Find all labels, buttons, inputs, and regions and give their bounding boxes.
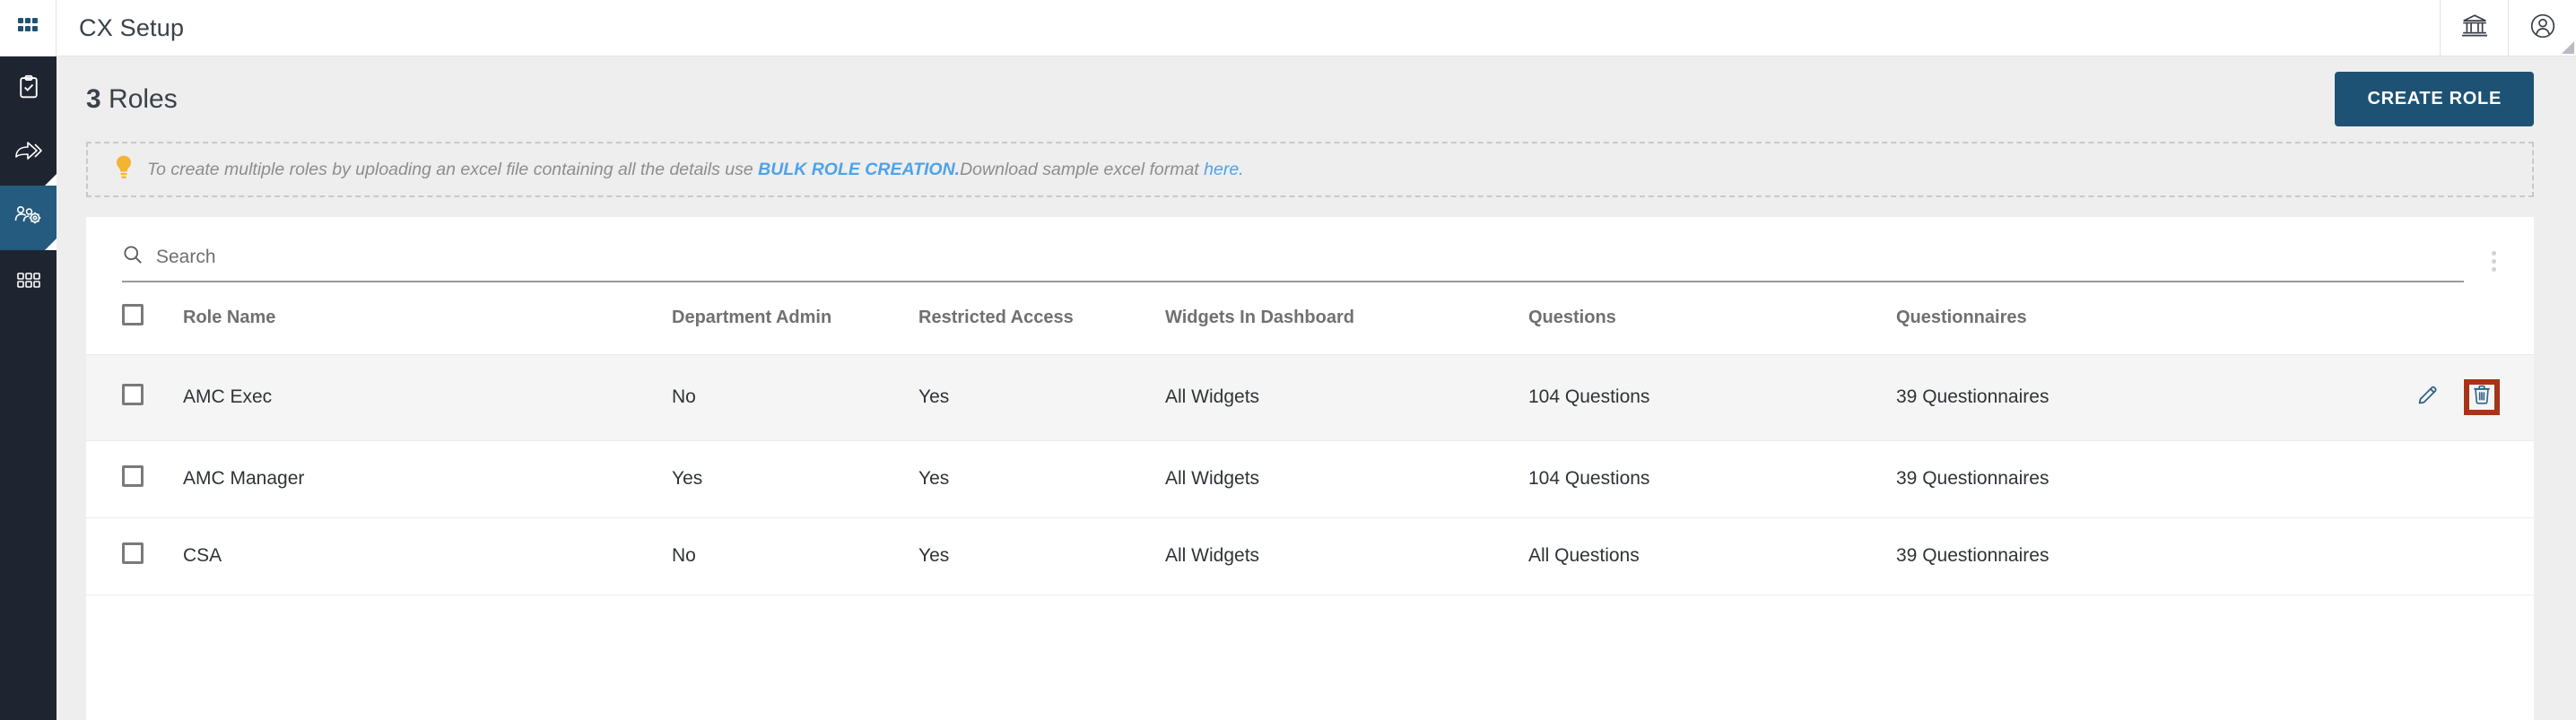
user-gear-icon <box>13 203 44 234</box>
primary-sidebar <box>0 0 57 720</box>
lightbulb-icon <box>113 154 135 186</box>
table-body: AMC Exec No Yes All Widgets 104 Question… <box>86 354 2534 595</box>
bank-icon <box>2460 12 2489 45</box>
row-select-cell <box>86 354 183 441</box>
column-header-role-name[interactable]: Role Name <box>183 282 672 355</box>
column-header-questions[interactable]: Questions <box>1528 282 1896 355</box>
column-header-restricted-access[interactable]: Restricted Access <box>918 282 1165 355</box>
cell-restricted-access: Yes <box>918 440 1165 518</box>
organization-button[interactable] <box>2440 0 2508 56</box>
cell-restricted-access: Yes <box>918 354 1165 441</box>
select-all-checkbox[interactable] <box>122 304 144 325</box>
cell-department-admin: No <box>672 354 918 441</box>
apps-grid-icon <box>16 14 39 42</box>
edit-role-button[interactable] <box>2410 379 2446 415</box>
cell-role-name: CSA <box>183 517 672 595</box>
sidebar-item-modules[interactable] <box>0 250 57 315</box>
kebab-menu-icon[interactable] <box>2473 240 2514 282</box>
trash-delete-icon <box>2471 384 2493 411</box>
column-header-department-admin[interactable]: Department Admin <box>672 282 918 355</box>
page-title: 3 Roles <box>86 84 178 115</box>
share-arrow-icon <box>13 138 44 169</box>
column-header-questionnaires[interactable]: Questionnaires <box>1896 282 2282 355</box>
sidebar-item-cx-setup[interactable] <box>0 186 57 250</box>
table-header-row: Role Name Department Admin Restricted Ac… <box>86 282 2534 355</box>
table-row[interactable]: CSA No Yes All Widgets All Questions 39 … <box>86 517 2534 595</box>
download-sample-here-link[interactable]: here. <box>1204 160 1243 179</box>
row-checkbox[interactable] <box>122 465 144 487</box>
table-row[interactable]: AMC Exec No Yes All Widgets 104 Question… <box>86 354 2534 441</box>
cell-actions <box>2282 517 2534 595</box>
cell-widgets: All Widgets <box>1165 354 1528 441</box>
resize-corner-indicator <box>2562 41 2574 54</box>
bulk-role-creation-link[interactable]: BULK ROLE CREATION. <box>758 160 960 179</box>
column-header-widgets[interactable]: Widgets In Dashboard <box>1165 282 1528 355</box>
table-row[interactable]: AMC Manager Yes Yes All Widgets 104 Ques… <box>86 440 2534 518</box>
bulk-creation-notice: To create multiple roles by uploading an… <box>86 142 2534 197</box>
cell-questionnaires: 39 Questionnaires <box>1896 517 2282 595</box>
submenu-corner-indicator <box>45 174 57 186</box>
notice-text-before: To create multiple roles by uploading an… <box>147 159 759 179</box>
sidebar-item-surveys[interactable] <box>0 56 57 121</box>
roles-count-label: Roles <box>109 83 178 114</box>
search-row <box>86 217 2534 282</box>
main-area: CX Setup 3 Roles CREATE ROLE To create m… <box>57 0 2576 720</box>
notice-text-middle: Download sample excel format <box>960 159 1205 179</box>
delete-role-button[interactable] <box>2464 379 2500 415</box>
row-select-cell <box>86 517 183 595</box>
app-launcher-button[interactable] <box>0 0 57 56</box>
table-header: Role Name Department Admin Restricted Ac… <box>86 282 2534 355</box>
clipboard-check-icon <box>15 74 42 105</box>
row-checkbox[interactable] <box>122 542 144 564</box>
cell-questions: 104 Questions <box>1528 440 1896 518</box>
cell-widgets: All Widgets <box>1165 517 1528 595</box>
content-area: 3 Roles CREATE ROLE To create multiple r… <box>57 56 2576 720</box>
edit-pencil-icon <box>2416 383 2440 412</box>
cell-actions <box>2282 440 2534 518</box>
cell-department-admin: No <box>672 517 918 595</box>
column-header-actions <box>2282 282 2534 355</box>
app-root: CX Setup 3 Roles CREATE ROLE To create m… <box>0 0 2576 720</box>
search-field-wrapper[interactable] <box>122 239 2464 282</box>
notice-text: To create multiple roles by uploading an… <box>147 160 1244 180</box>
cell-department-admin: Yes <box>672 440 918 518</box>
row-select-cell <box>86 440 183 518</box>
cell-restricted-access: Yes <box>918 517 1165 595</box>
row-actions <box>2282 379 2534 415</box>
account-button[interactable] <box>2508 0 2576 56</box>
cell-questionnaires: 39 Questionnaires <box>1896 440 2282 518</box>
select-all-cell <box>86 282 183 355</box>
roles-card: Role Name Department Admin Restricted Ac… <box>86 217 2534 720</box>
page-header: 3 Roles CREATE ROLE <box>57 56 2576 142</box>
roles-count: 3 <box>86 83 101 114</box>
search-icon <box>122 244 144 270</box>
cell-questions: 104 Questions <box>1528 354 1896 441</box>
create-role-button[interactable]: CREATE ROLE <box>2335 72 2534 126</box>
cell-actions <box>2282 354 2534 441</box>
submenu-corner-indicator <box>45 239 57 250</box>
roles-table: Role Name Department Admin Restricted Ac… <box>86 282 2534 595</box>
top-bar: CX Setup <box>57 0 2576 56</box>
search-input[interactable] <box>156 246 2464 268</box>
cell-role-name: AMC Exec <box>183 354 672 441</box>
page-breadcrumb-title: CX Setup <box>79 13 185 41</box>
grid-dots-icon <box>15 270 42 296</box>
sidebar-item-distribution[interactable] <box>0 121 57 186</box>
row-checkbox[interactable] <box>122 384 144 405</box>
user-circle-icon <box>2528 12 2557 45</box>
table-scroll: Role Name Department Admin Restricted Ac… <box>86 282 2534 720</box>
cell-widgets: All Widgets <box>1165 440 1528 518</box>
cell-questions: All Questions <box>1528 517 1896 595</box>
cell-questionnaires: 39 Questionnaires <box>1896 354 2282 441</box>
cell-role-name: AMC Manager <box>183 440 672 518</box>
